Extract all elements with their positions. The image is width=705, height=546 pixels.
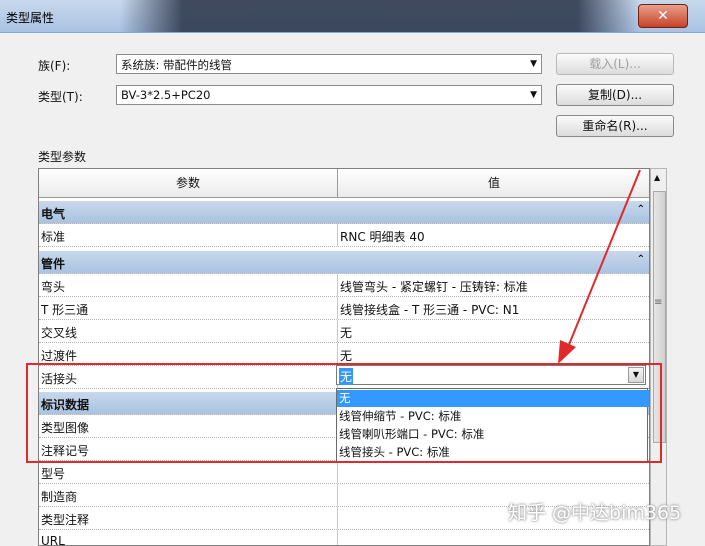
type-properties-dialog: 类型属性 ✕ 族(F): 系统族: 带配件的线管 ▼ 载入(L)... 类型(T…	[0, 0, 705, 546]
annotation-arrow-icon	[558, 169, 641, 364]
watermark: 知乎 @中达bim365	[508, 502, 682, 524]
